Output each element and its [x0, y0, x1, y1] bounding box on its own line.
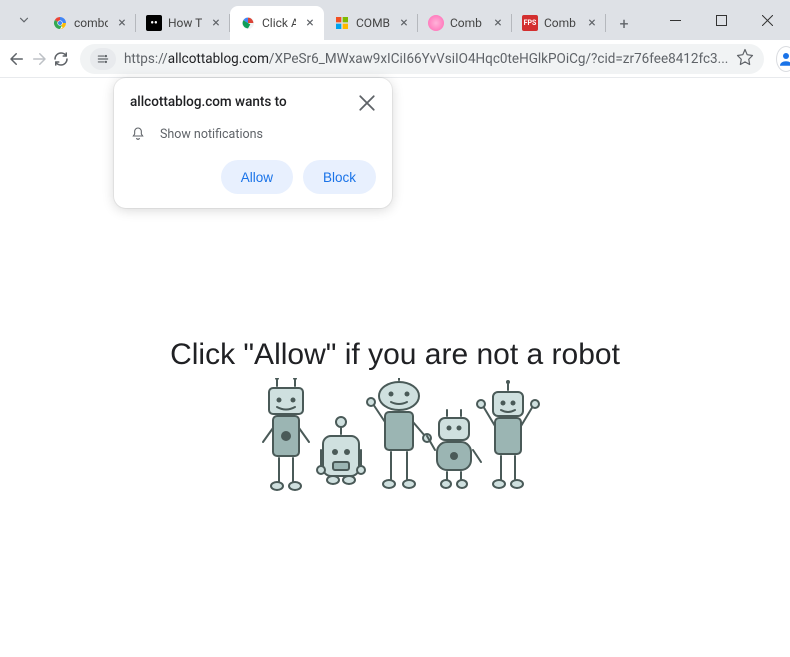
maximize-icon: [716, 15, 727, 26]
address-bar[interactable]: https://allcottablog.com/XPeSr6_MWxaw9xI…: [80, 44, 764, 74]
back-button[interactable]: [8, 45, 26, 73]
tab-strip: combo × •• How T × Click A × COMB ×: [42, 0, 652, 40]
block-button[interactable]: Block: [303, 160, 376, 194]
tab-close-icon[interactable]: ×: [584, 15, 600, 31]
tab-title: COMB: [356, 16, 390, 30]
chevron-down-icon: [17, 13, 31, 27]
tab-title: How T: [168, 16, 202, 30]
close-icon: [762, 15, 773, 26]
allow-button[interactable]: Allow: [221, 160, 293, 194]
notification-permission-prompt: allcottablog.com wants to Show notificat…: [114, 78, 392, 208]
site-info-button[interactable]: [90, 48, 116, 70]
browser-tab[interactable]: FPS Comb ×: [512, 6, 606, 40]
tab-title: combo: [74, 16, 108, 30]
permission-request-label: Show notifications: [160, 127, 263, 142]
browser-tab[interactable]: Comb ×: [418, 6, 512, 40]
minimize-icon: [670, 15, 681, 26]
tab-title: Comb: [544, 16, 578, 30]
robots-illustration: [245, 378, 545, 512]
medium-favicon-icon: ••: [146, 15, 162, 31]
tab-close-icon[interactable]: ×: [114, 15, 130, 31]
url-path: /XPeSr6_MWxaw9xICiI66YvVsiIO4Hqc0teHGlkP…: [269, 51, 728, 67]
profile-button[interactable]: [776, 46, 790, 72]
site-favicon-icon: [240, 15, 256, 31]
close-icon: [358, 94, 376, 112]
google-favicon-icon: [52, 15, 68, 31]
browser-tab-active[interactable]: Click A ×: [230, 6, 324, 40]
browser-tab[interactable]: COMB ×: [324, 6, 418, 40]
new-tab-button[interactable]: +: [610, 9, 638, 37]
forward-button[interactable]: [30, 45, 48, 73]
minimize-button[interactable]: [652, 4, 698, 36]
tab-close-icon[interactable]: ×: [396, 15, 412, 31]
window-titlebar: combo × •• How T × Click A × COMB ×: [0, 0, 790, 40]
browser-tab[interactable]: •• How T ×: [136, 6, 230, 40]
permission-title: allcottablog.com wants to: [130, 94, 287, 110]
site-favicon-icon: [428, 15, 444, 31]
watermark-text: PC: [564, 201, 790, 447]
url-protocol: https://: [124, 51, 168, 67]
tab-search-button[interactable]: [10, 6, 38, 34]
reload-button[interactable]: [52, 45, 70, 73]
arrow-right-icon: [30, 50, 48, 68]
page-headline: Click "Allow" if you are not a robot: [0, 338, 790, 372]
permission-request-row: Show notifications: [130, 126, 376, 142]
profile-icon: [777, 50, 790, 68]
tab-close-icon[interactable]: ×: [208, 15, 224, 31]
tune-icon: [96, 52, 110, 66]
tab-title: Comb: [450, 16, 484, 30]
browser-tab[interactable]: combo ×: [42, 6, 136, 40]
tab-close-icon[interactable]: ×: [490, 15, 506, 31]
tab-close-icon[interactable]: ×: [302, 15, 318, 31]
site-favicon-icon: FPS: [522, 15, 538, 31]
tab-title: Click A: [262, 16, 296, 30]
window-controls: [652, 0, 790, 40]
watermark: PC: [564, 198, 790, 451]
url-host: allcottablog.com: [168, 51, 269, 67]
reload-icon: [52, 50, 70, 68]
maximize-button[interactable]: [698, 4, 744, 36]
arrow-left-icon: [8, 50, 26, 68]
bell-icon: [130, 126, 146, 142]
close-window-button[interactable]: [744, 4, 790, 36]
permission-close-button[interactable]: [358, 94, 376, 112]
bookmark-button[interactable]: [736, 48, 754, 70]
star-icon: [736, 48, 754, 66]
browser-toolbar: https://allcottablog.com/XPeSr6_MWxaw9xI…: [0, 40, 790, 78]
microsoft-favicon-icon: [334, 15, 350, 31]
url-text: https://allcottablog.com/XPeSr6_MWxaw9xI…: [124, 51, 728, 67]
